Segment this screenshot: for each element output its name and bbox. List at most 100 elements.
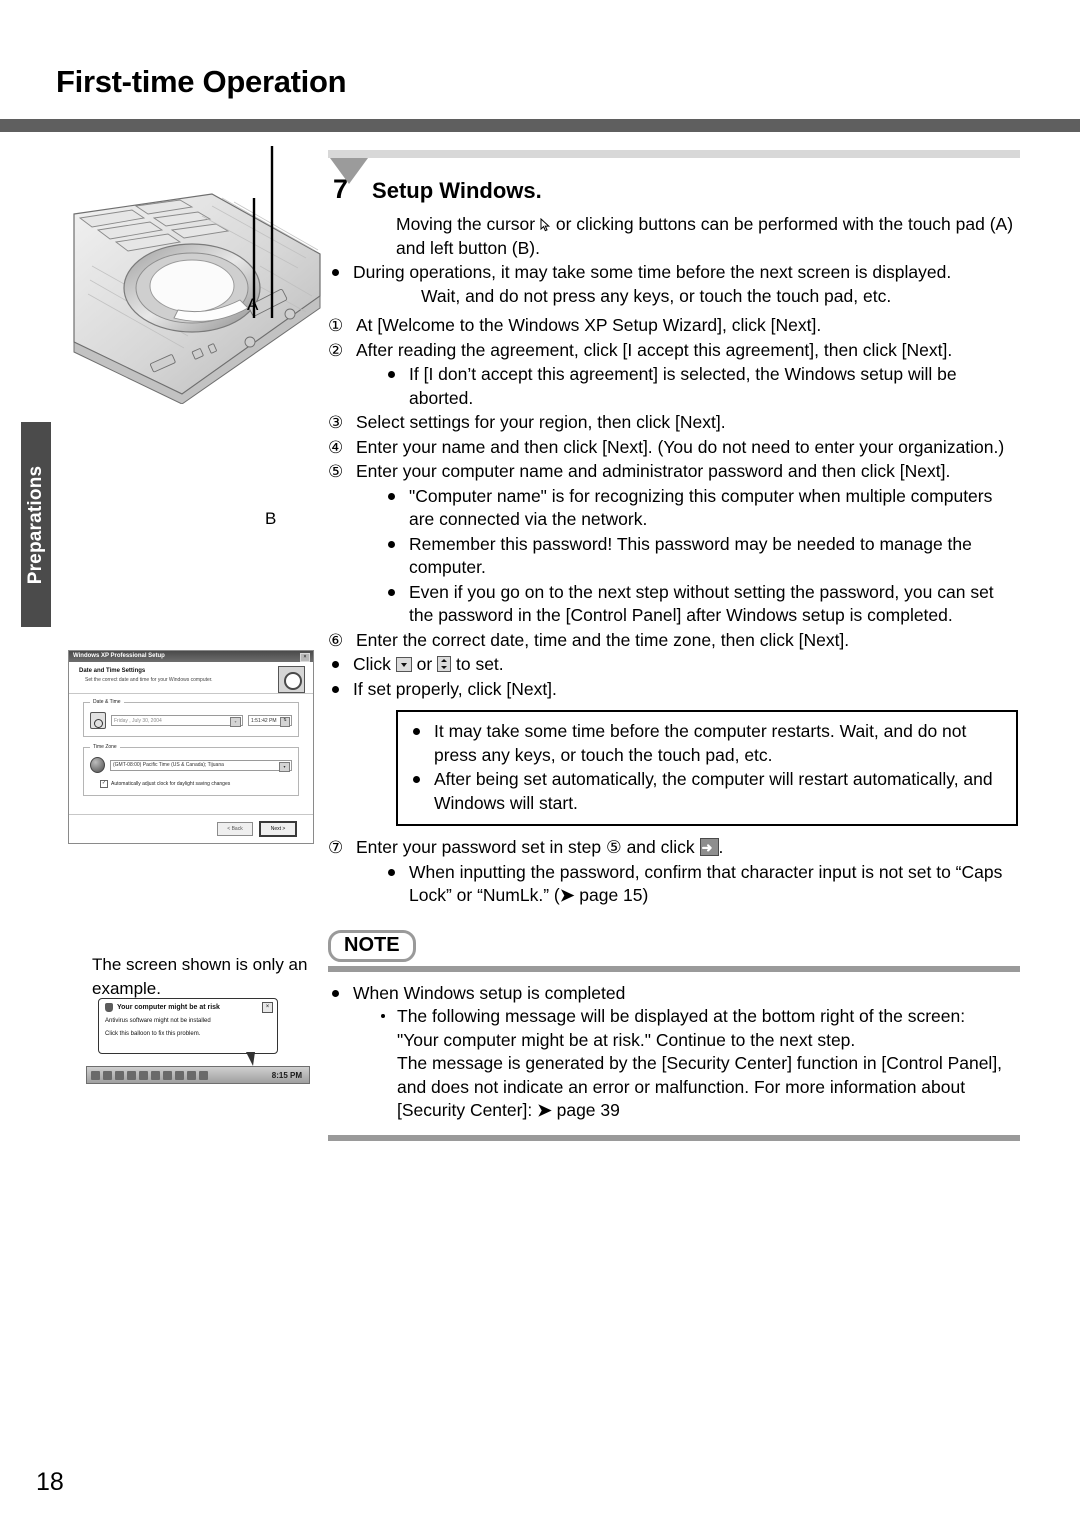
bullet-dot-icon [388,540,395,548]
step-text-1: At [Welcome to the Windows XP Setup Wiza… [356,315,822,335]
taskbar-clock: 8:15 PM [271,1070,302,1080]
sub-bullet-text: "Computer name" is for recognizing this … [409,485,993,530]
bullet-dot-icon [332,989,339,997]
step-marker-6: ⑥ [328,630,344,650]
note-bottom-rule [328,1134,1020,1141]
caution-box: It may take some time before the compute… [396,710,1018,826]
time-zone-group: Time Zone (GMT-08:00) Pacific Time (US &… [83,744,299,796]
page-title: First-time Operation [56,64,347,99]
item7-middle: and click [626,837,695,857]
tray-icon [163,1070,172,1080]
bullet-dot-icon [413,776,420,783]
tray-icon [175,1070,184,1080]
bullet-text: During operations, it may take some time… [353,262,952,282]
dialog-header: Date and Time Settings Set the correct d… [69,662,313,694]
bullet-dot-icon [413,728,420,735]
date-field: Friday , July 30, 2004 ▾ [111,715,243,727]
dialog-titlebar: Windows XP Professional Setup × [69,651,313,662]
list-item: Click or to set. [328,653,1020,677]
balloon-tooltip: Your computer might be at risk × Antivir… [98,998,278,1054]
bullet-dot-icon [388,371,395,378]
tray-icon [151,1070,160,1080]
balloon-tail [246,1052,255,1066]
bullet-dot-icon [388,492,395,500]
tray-icon [139,1070,148,1080]
list-item: When Windows setup is completed The foll… [328,982,1020,1123]
clock-icon [90,712,106,729]
list-item: ② After reading the agreement, click [I … [328,339,1020,411]
next-button: Next > [259,821,297,837]
caution-list: It may take some time before the compute… [404,720,1006,815]
spinner-arrows-icon [437,656,452,672]
list-item: After being set automatically, the compu… [404,768,1006,815]
item7-after: . [718,837,724,857]
click-instruction-list: Click or to set. If set properly, click … [328,653,1020,701]
enter-arrow-icon [699,836,719,860]
globe-icon [90,757,105,773]
note-body: When Windows setup is completed The foll… [328,982,1020,1123]
tray-icon [91,1070,100,1080]
sub-bullet-text: Remember this password! This password ma… [409,533,972,578]
shield-tray-icon [199,1070,208,1080]
step-text-5: Enter your computer name and administrat… [356,461,951,481]
note-cont-line-3-before: [Security Center]: [397,1100,538,1120]
wait-note: Wait, and do not press any keys, or touc… [421,285,892,306]
item7-sub-part2: ) [642,885,649,905]
list-item: "Computer name" is for recognizing this … [384,485,1020,532]
step-marker-3: ③ [328,413,344,432]
note-bullet-text: When Windows setup is completed [353,982,626,1003]
step-text-4: Enter your name and then click [Next]. (… [356,436,1005,457]
sub-bullet-list-7: When inputting the password, confirm tha… [384,861,1020,908]
step-marker-5: ⑤ [328,462,344,481]
note-list: When Windows setup is completed The foll… [328,982,1020,1123]
list-item: Remember this password! This password ma… [384,533,1020,580]
dropdown-arrow-icon [395,657,412,672]
bullet-dot-icon [332,661,339,668]
step-text-6: Enter the correct date, time and the tim… [356,629,850,650]
note-cont-line-3-page: page 39 [556,1100,620,1120]
caution-text-2: After being set automatically, the compu… [434,769,993,813]
balloon-title-row: Your computer might be at risk [105,1003,271,1012]
date-field-value: Friday , July 30, 2004 [114,717,162,724]
sidebar-tab-label: Preparations [25,465,46,584]
item7-step-ref: ⑤ [606,837,622,857]
chevron-down-icon: ▾ [230,717,241,727]
dialog-footer: < Back Next > [69,814,313,843]
page-arrow-icon: ➤ [559,885,575,905]
step-text-2: After reading the agreement, click [I ac… [356,339,953,360]
note-dash-line-1: The following message will be displayed … [397,1006,966,1026]
step-title: Setup Windows. [372,178,542,203]
windows-xp-setup-dialog-image: Windows XP Professional Setup × Date and… [68,650,314,844]
dialog-header-subtitle: Set the correct date and time for your W… [85,677,213,683]
click-suffix: to set. [455,654,504,674]
bullet-dot-icon [388,588,395,596]
intro-before-cursor: Moving the cursor [396,214,536,234]
windows-taskbar: 8:15 PM [86,1066,310,1084]
note-section: NOTE When Windows setup is completed The… [328,929,1020,1141]
date-time-group-label: Date & Time [90,699,124,705]
timezone-value: (GMT-08:00) Pacific Time (US & Canada); … [113,762,224,768]
step-seven-list: ⑦ Enter your password set in step ⑤ and … [328,836,1020,908]
step-marker-4: ④ [328,437,344,457]
step-text-3: Select settings for your region, then cl… [356,412,726,432]
balloon-title-text: Your computer might be at risk [117,1004,220,1011]
sub-bullet-list-2: If [I don’t accept this agreement] is se… [384,363,1020,410]
list-item: ⑥ Enter the correct date, time and the t… [328,629,1020,653]
spinner-icon: ⇅ [280,717,290,727]
list-item: ④ Enter your name and then click [Next].… [328,436,1020,460]
step-marker-7: ⑦ [328,838,344,857]
click-middle: or [416,654,433,674]
mouse-cursor-icon [540,218,551,232]
tray-icon [115,1070,124,1080]
note-sub-list: The following message will be displayed … [375,1005,1020,1123]
clock-banner-icon [278,666,305,693]
time-field: 1:51:42 PM ⇅ [248,715,292,727]
list-item: During operations, it may take some time… [328,261,1020,285]
step-marker-2: ② [328,340,344,360]
chevron-down-icon: ▾ [279,761,290,772]
bullet-dot-icon [332,269,339,276]
dialog-header-title: Date and Time Settings [79,668,146,674]
close-icon: × [300,653,310,662]
balloon-line-2: Click this balloon to fix this problem. [105,1031,201,1037]
click-prefix: Click [353,654,391,674]
